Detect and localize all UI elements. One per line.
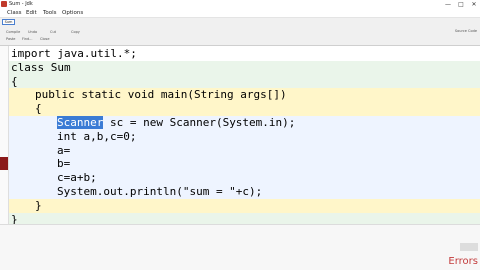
toolbar: Sum Compile Undo Cut Copy Paste Find... … [0, 18, 480, 46]
code-text: sc = new Scanner(System.in); [103, 116, 296, 129]
menu-options[interactable]: Options [62, 9, 83, 17]
close-button[interactable]: ✕ [468, 0, 480, 9]
window-title: Sum - Jdk [9, 1, 33, 7]
code-text: b= [57, 157, 71, 171]
code-text: public static void main(String args[]) [35, 88, 287, 102]
code-text: { [35, 102, 42, 116]
code-text: c=a+b; [57, 171, 97, 185]
code-text: class Sum [11, 60, 71, 74]
menu-bar: Class Edit Tools Options [0, 9, 480, 18]
menu-class[interactable]: Class [7, 9, 21, 17]
code-editor[interactable]: import java.util.*; class Sum { public s… [0, 46, 480, 227]
code-line-8[interactable]: a= [9, 143, 480, 158]
code-text: { [11, 74, 18, 88]
code-line-11[interactable]: System.out.println("sum = "+c); [9, 185, 480, 199]
code-line-6[interactable]: Scanner sc = new Scanner(System.in); [9, 116, 480, 130]
code-line-9[interactable]: b= [9, 157, 480, 172]
code-line-1[interactable]: import java.util.*; [9, 47, 480, 61]
source-code-button[interactable]: Source Code [455, 29, 477, 34]
errors-label[interactable]: Errors [448, 256, 478, 267]
maximize-button[interactable]: □ [455, 0, 467, 9]
code-text: import java.util.*; [11, 47, 137, 60]
code-line-5[interactable]: { [9, 102, 480, 116]
code-line-2[interactable]: class Sum [9, 60, 480, 75]
tab-sum[interactable]: Sum [2, 19, 15, 25]
code-text: System.out.println("sum = "+c); [57, 185, 263, 198]
find-button[interactable]: Find... [22, 37, 33, 42]
paste-button[interactable]: Paste [6, 37, 15, 42]
code-text: } [35, 198, 42, 212]
minimize-button[interactable]: — [442, 0, 454, 9]
menu-tools[interactable]: Tools [43, 9, 57, 17]
title-bar: Sum - Jdk — □ ✕ [0, 0, 480, 9]
undo-button[interactable]: Undo [28, 30, 37, 35]
cut-button[interactable]: Cut [50, 30, 56, 35]
code-text: int a,b,c=0; [57, 129, 137, 143]
code-line-7[interactable]: int a,b,c=0; [9, 129, 480, 144]
editor-gutter [0, 46, 9, 224]
code-line-4[interactable]: public static void main(String args[]) [9, 88, 480, 103]
scrollbar-thumb[interactable] [460, 243, 478, 251]
menu-edit[interactable]: Edit [26, 9, 37, 17]
code-line-10[interactable]: c=a+b; [9, 171, 480, 185]
breakpoint-marker [0, 157, 8, 171]
copy-button[interactable]: Copy [71, 30, 80, 35]
close-doc-button[interactable]: Close [40, 37, 50, 42]
message-area: Errors [0, 224, 480, 270]
selected-text: Scanner [57, 116, 104, 129]
code-text: a= [57, 143, 71, 157]
app-icon [1, 1, 7, 7]
code-line-12[interactable]: } [9, 198, 480, 213]
compile-button[interactable]: Compile [6, 30, 20, 35]
code-line-3[interactable]: { [9, 74, 480, 89]
